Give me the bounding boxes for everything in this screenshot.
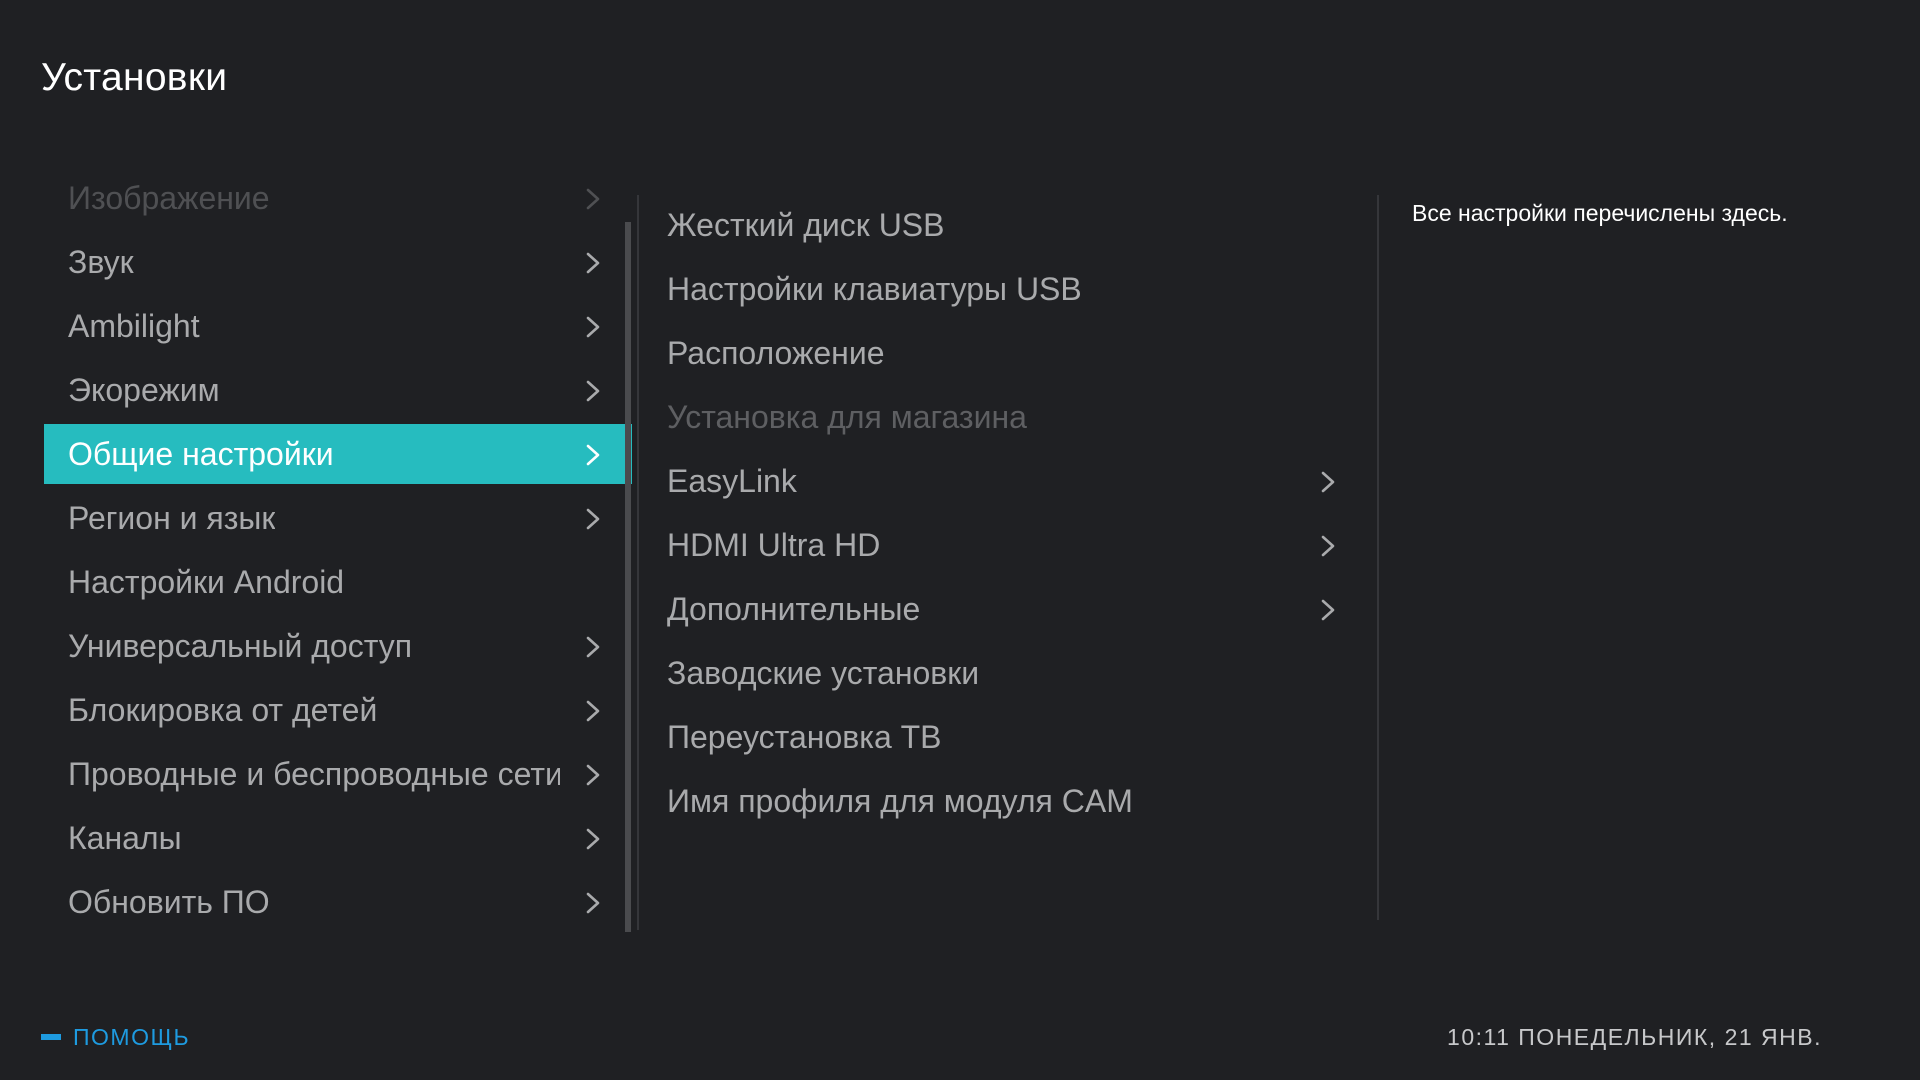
chevron-right-icon bbox=[583, 828, 603, 850]
left-menu-item[interactable]: Проводные и беспроводные сети bbox=[44, 744, 632, 804]
chevron-right-icon bbox=[583, 636, 603, 658]
left-menu-item[interactable]: Каналы bbox=[44, 808, 632, 868]
menu-item-label: Ambilight bbox=[68, 308, 200, 344]
menu-item-label: Регион и язык bbox=[68, 500, 276, 536]
sub-menu-item[interactable]: HDMI Ultra HD bbox=[643, 515, 1343, 575]
menu-item-label: Жесткий диск USB bbox=[667, 207, 945, 243]
column-divider bbox=[1377, 195, 1379, 920]
description-text: Все настройки перечислены здесь. bbox=[1412, 200, 1788, 226]
menu-item-label: Расположение bbox=[667, 335, 885, 371]
menu-item-label: Экорежим bbox=[68, 372, 220, 408]
scrollbar[interactable] bbox=[625, 222, 631, 932]
chevron-right-icon bbox=[583, 252, 603, 274]
menu-item-label: Заводские установки bbox=[667, 655, 980, 691]
menu-item-label: Проводные и беспроводные сети bbox=[68, 756, 560, 792]
chevron-right-icon bbox=[583, 316, 603, 338]
menu-item-label: Настройки клавиатуры USB bbox=[667, 271, 1082, 307]
left-menu-item[interactable]: Настройки Android bbox=[44, 552, 632, 612]
sub-menu-item[interactable]: EasyLink bbox=[643, 451, 1343, 511]
chevron-right-icon bbox=[583, 700, 603, 722]
menu-item-label: EasyLink bbox=[667, 463, 797, 499]
menu-item-label: Переустановка ТВ bbox=[667, 719, 942, 755]
sub-menu-item: Установка для магазина bbox=[643, 387, 1343, 447]
menu-item-label: Настройки Android bbox=[68, 564, 345, 600]
left-menu-item[interactable]: Регион и язык bbox=[44, 488, 632, 548]
sub-menu-item[interactable]: Имя профиля для модуля CAM bbox=[643, 771, 1343, 831]
menu-item-label: Имя профиля для модуля CAM bbox=[667, 783, 1133, 819]
left-menu-item[interactable]: Универсальный доступ bbox=[44, 616, 632, 676]
chevron-right-icon bbox=[583, 380, 603, 402]
left-menu-item[interactable]: Общие настройки bbox=[44, 424, 632, 484]
menu-item-label: Общие настройки bbox=[68, 436, 334, 472]
menu-item-label: Каналы bbox=[68, 820, 182, 856]
sub-menu-item[interactable]: Расположение bbox=[643, 323, 1343, 383]
left-menu-item[interactable]: Изображение bbox=[44, 182, 632, 228]
menu-item-label: Звук bbox=[68, 244, 134, 280]
settings-screen: Установки Изображение Звук Ambilight Экореж… bbox=[0, 0, 1920, 1080]
sub-menu-item[interactable]: Настройки клавиатуры USB bbox=[643, 259, 1343, 319]
help-label: ПОМОЩЬ bbox=[73, 1024, 191, 1050]
chevron-right-icon bbox=[1318, 599, 1338, 621]
chevron-right-icon bbox=[583, 508, 603, 530]
left-menu-item[interactable]: Блокировка от детей bbox=[44, 680, 632, 740]
chevron-right-icon bbox=[583, 444, 603, 466]
menu-item-label: Блокировка от детей bbox=[68, 692, 378, 728]
left-menu-item[interactable]: Экорежим bbox=[44, 360, 632, 420]
menu-item-label: Дополнительные bbox=[667, 591, 921, 627]
clock-date: 10:11 ПОНЕДЕЛЬНИК, 21 ЯНВ. bbox=[1447, 1024, 1822, 1050]
chevron-right-icon bbox=[583, 764, 603, 786]
menu-item-label: Обновить ПО bbox=[68, 884, 270, 920]
settings-category-list: Изображение Звук Ambilight Экорежим Общие на… bbox=[44, 182, 632, 932]
chevron-right-icon bbox=[583, 188, 603, 210]
chevron-right-icon bbox=[1318, 535, 1338, 557]
blue-key-icon bbox=[41, 1034, 61, 1040]
menu-item-label: Установка для магазина bbox=[667, 399, 1027, 435]
menu-item-label: HDMI Ultra HD bbox=[667, 527, 881, 563]
sub-menu-item[interactable]: Дополнительные bbox=[643, 579, 1343, 639]
sub-menu-item[interactable]: Переустановка ТВ bbox=[643, 707, 1343, 767]
sub-menu-item[interactable]: Заводские установки bbox=[643, 643, 1343, 703]
sub-menu-item[interactable]: Жесткий диск USB bbox=[643, 195, 1343, 255]
left-menu-item[interactable]: Звук bbox=[44, 232, 632, 292]
menu-item-label: Универсальный доступ bbox=[68, 628, 413, 664]
left-menu-item[interactable]: Ambilight bbox=[44, 296, 632, 356]
column-divider bbox=[637, 195, 639, 930]
scrollbar-thumb[interactable] bbox=[625, 222, 631, 932]
chevron-right-icon bbox=[583, 892, 603, 914]
chevron-right-icon bbox=[1318, 471, 1338, 493]
menu-item-label: Изображение bbox=[68, 182, 270, 216]
page-title: Установки bbox=[41, 56, 228, 99]
left-menu-item[interactable]: Обновить ПО bbox=[44, 872, 632, 932]
